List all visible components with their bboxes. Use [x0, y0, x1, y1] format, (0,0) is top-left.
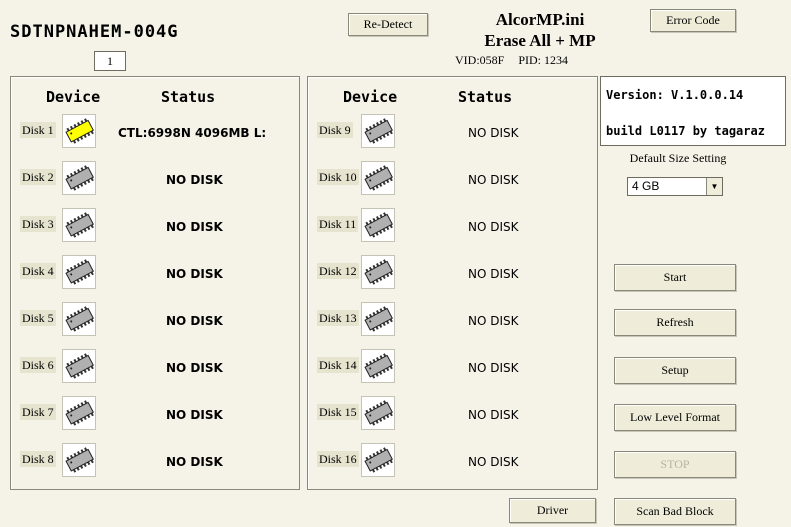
redetect-button[interactable]: Re-Detect [348, 13, 428, 36]
pid-label: PID: 1234 [518, 53, 569, 67]
disk-label: Disk 8 [20, 451, 56, 467]
chip-icon[interactable] [62, 443, 96, 477]
chip-icon[interactable] [62, 208, 96, 242]
default-size-label: Default Size Setting [629, 151, 727, 165]
chip-icon[interactable] [361, 396, 395, 430]
chip-icon[interactable] [62, 396, 96, 430]
disk-label: Disk 3 [20, 216, 56, 232]
disk-label: Disk 14 [317, 357, 359, 373]
disk-status: CTL:6998N 4096MB L: [118, 126, 267, 140]
disk-status: NO DISK [166, 314, 223, 328]
disk-status: NO DISK [468, 314, 519, 328]
disk-label: Disk 1 [20, 122, 56, 138]
disk-label: Disk 12 [317, 263, 359, 279]
disk-status: NO DISK [468, 220, 519, 234]
chip-icon[interactable] [361, 208, 395, 242]
status-column-header: Status [458, 88, 513, 106]
disk-label: Disk 13 [317, 310, 359, 326]
default-size-value: 4 GB [632, 179, 660, 193]
disk-label: Disk 11 [317, 216, 359, 232]
chip-icon[interactable] [62, 114, 96, 148]
disk-label: Disk 10 [317, 169, 359, 185]
chevron-down-icon[interactable]: ▼ [706, 178, 722, 195]
build-text: build L0117 by tagaraz [606, 124, 765, 138]
disk-status: NO DISK [166, 408, 223, 422]
start-button[interactable]: Start [614, 264, 736, 291]
driver-button[interactable]: Driver [509, 498, 596, 523]
chip-icon[interactable] [361, 161, 395, 195]
disk-label: Disk 6 [20, 357, 56, 373]
vid-label: VID:058F [455, 53, 505, 67]
setup-button[interactable]: Setup [614, 357, 736, 384]
stop-button[interactable]: STOP [614, 451, 736, 478]
version-text: Version: V.1.0.0.14 [606, 88, 744, 102]
disk-label: Disk 5 [20, 310, 56, 326]
disk-label: Disk 16 [317, 451, 359, 467]
chip-icon[interactable] [361, 302, 395, 336]
disk-label: Disk 4 [20, 263, 56, 279]
vid-pid-info: VID:058F PID: 1234 [455, 53, 582, 68]
chip-icon[interactable] [361, 255, 395, 289]
disk-status: NO DISK [166, 267, 223, 281]
disk-status: NO DISK [468, 267, 519, 281]
disk-label: Disk 15 [317, 404, 359, 420]
low-level-format-button[interactable]: Low Level Format [614, 404, 736, 431]
scan-bad-block-button[interactable]: Scan Bad Block [614, 498, 736, 525]
disk-status: NO DISK [468, 408, 519, 422]
chip-icon[interactable] [361, 349, 395, 383]
disk-label: Disk 9 [317, 122, 353, 138]
chip-icon[interactable] [361, 443, 395, 477]
chip-icon[interactable] [62, 349, 96, 383]
chip-icon[interactable] [62, 255, 96, 289]
disk-status: NO DISK [468, 173, 519, 187]
chip-icon[interactable] [62, 161, 96, 195]
counter-field[interactable]: 1 [94, 51, 126, 71]
disk-panel-right: Device Status Disk 9 NO DISK Disk 10 NO DIS… [307, 76, 598, 490]
ini-file-title: AlcorMP.ini [495, 10, 585, 29]
disk-status: NO DISK [166, 220, 223, 234]
error-code-button[interactable]: Error Code [650, 9, 736, 32]
status-column-header: Status [161, 88, 216, 106]
version-info-box: Version: V.1.0.0.14 build L0117 by tagar… [600, 76, 786, 146]
chip-icon[interactable] [62, 302, 96, 336]
disk-status: NO DISK [468, 455, 519, 469]
disk-panel-left: Device Status Disk 1 CTL:6998N 4096MB L: D… [10, 76, 300, 490]
ini-mode-subtitle: Erase All + MP [484, 31, 596, 50]
device-model-title: SDTNPNAHEM-004G [10, 22, 179, 42]
disk-label: Disk 7 [20, 404, 56, 420]
refresh-button[interactable]: Refresh [614, 309, 736, 336]
disk-status: NO DISK [166, 361, 223, 375]
default-size-select[interactable]: 4 GB ▼ [627, 177, 723, 196]
device-column-header: Device [343, 88, 398, 106]
disk-status: NO DISK [468, 361, 519, 375]
disk-status: NO DISK [166, 173, 223, 187]
disk-status: NO DISK [468, 126, 519, 140]
device-column-header: Device [46, 88, 101, 106]
chip-icon[interactable] [361, 114, 395, 148]
disk-label: Disk 2 [20, 169, 56, 185]
disk-status: NO DISK [166, 455, 223, 469]
